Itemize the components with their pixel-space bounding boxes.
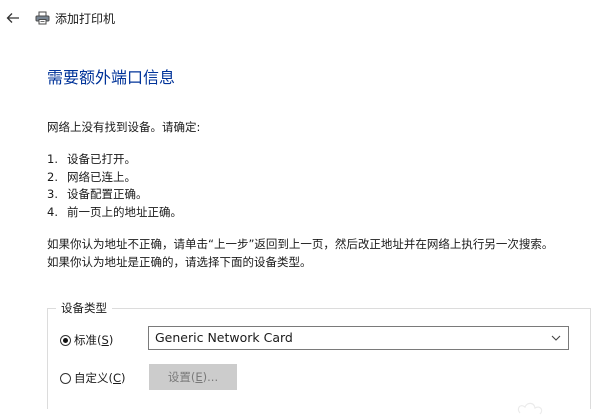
back-button[interactable]	[4, 9, 22, 27]
standard-radio[interactable]: 标准(S)	[60, 332, 113, 348]
radio-unchecked-indicator[interactable]	[60, 372, 71, 384]
printer-icon	[35, 11, 50, 25]
intro-text: 网络上没有找到设备。请确定:	[47, 120, 201, 134]
list-item-text: 网络已连上。	[67, 169, 136, 184]
list-item: 4. 前一页上的地址正确。	[47, 204, 182, 222]
chevron-down-icon	[551, 335, 561, 341]
device-type-group-label: 设备类型	[56, 300, 112, 316]
list-item-text: 前一页上的地址正确。	[67, 204, 182, 219]
list-item-number: 1.	[47, 152, 58, 166]
device-type-group	[47, 308, 591, 409]
watermark-icon	[517, 402, 543, 415]
custom-radio-label: 自定义(C)	[74, 371, 126, 385]
list-item-number: 4.	[47, 204, 58, 219]
radio-checked-indicator[interactable]	[60, 334, 71, 346]
checklist: 1. 设备已打开。 2. 网络已连上。 3. 设备配置正确。 4. 前一页上的地址正确。	[47, 151, 182, 221]
list-item: 2. 网络已连上。	[47, 169, 182, 187]
list-item-text: 设备已打开。	[67, 152, 136, 166]
window-title: 添加打印机	[55, 12, 116, 26]
custom-radio[interactable]: 自定义(C)	[60, 370, 126, 386]
list-item: 3. 设备配置正确。	[47, 186, 182, 204]
page-heading: 需要额外端口信息	[47, 68, 176, 87]
list-item-text: 设备配置正确。	[67, 187, 148, 201]
list-item-number: 2.	[47, 169, 58, 184]
back-arrow-icon	[6, 13, 19, 23]
device-type-select[interactable]: Generic Network Card	[148, 326, 569, 350]
device-type-select-value: Generic Network Card	[155, 330, 293, 345]
instruction-line-2: 如果你认为地址是正确的，请选择下面的设备类型。	[47, 255, 312, 269]
list-item: 1. 设备已打开。	[47, 151, 182, 169]
list-item-number: 3.	[47, 187, 58, 201]
instruction-line-1: 如果你认为地址不正确，请单击“上一步”返回到上一页，然后改正地址并在网络上执行另…	[47, 237, 554, 251]
standard-radio-label: 标准(S)	[74, 333, 114, 347]
add-printer-dialog: 添加打印机 需要额外端口信息 网络上没有找到设备。请确定: 1. 设备已打开。 2…	[0, 0, 611, 419]
settings-button[interactable]: 设置(E)...	[149, 364, 237, 390]
